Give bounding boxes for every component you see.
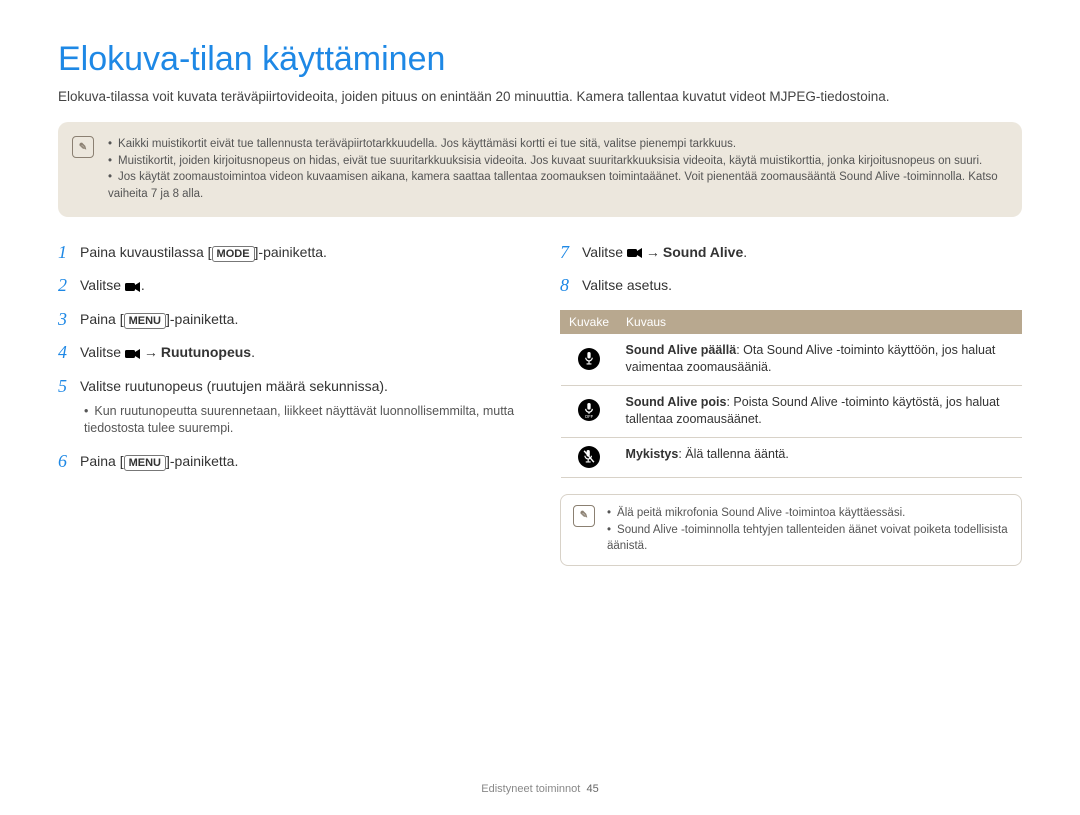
step-2: 2 Valitse . [58, 276, 520, 296]
page-title: Elokuva-tilan käyttäminen [58, 40, 1022, 79]
table-row: Sound Alive päällä: Ota Sound Alive -toi… [561, 333, 1022, 385]
subnote-list: Älä peitä mikrofonia Sound Alive -toimin… [607, 505, 1009, 555]
text: Valitse asetus. [582, 276, 672, 296]
arrow-icon: → [144, 344, 158, 360]
note-item: Muistikortit, joiden kirjoitusnopeus on … [108, 153, 1006, 170]
text: . [743, 244, 747, 260]
page-footer: Edistyneet toiminnot 45 [0, 783, 1080, 795]
step-3: 3 Paina [MENU]-painiketta. [58, 310, 520, 330]
table-row: Sound Alive pois: Poista Sound Alive -to… [561, 385, 1022, 437]
step-number: 1 [58, 243, 72, 261]
sound-alive-table: Kuvake Kuvaus Sound Alive päällä: Ota So… [560, 310, 1022, 478]
note-box-top: ✎ Kaikki muistikortit eivät tue tallennu… [58, 122, 1022, 217]
movie-icon [125, 281, 141, 293]
text: . [251, 344, 255, 360]
menu-key: MENU [124, 313, 166, 329]
step-6: 6 Paina [MENU]-painiketta. [58, 452, 520, 472]
footer-page-number: 45 [586, 783, 598, 795]
step-number: 3 [58, 310, 72, 328]
step-7: 7 Valitse →Sound Alive. [560, 243, 1022, 263]
mic-on-icon [578, 348, 600, 370]
text: Valitse ruutunopeus (ruutujen määrä seku… [80, 378, 388, 394]
note-item: Sound Alive -toiminnolla tehtyjen tallen… [607, 522, 1009, 555]
arrow-icon: → [646, 244, 660, 260]
step-5: 5 Valitse ruutunopeus (ruutujen määrä se… [58, 377, 520, 438]
text: . [141, 277, 145, 293]
note-item: Kaikki muistikortit eivät tue tallennust… [108, 136, 1006, 153]
text: Paina [ [80, 311, 124, 327]
note-icon: ✎ [573, 505, 595, 527]
mic-alive-off-icon [578, 399, 600, 421]
sub-bullet: Kun ruutunopeutta suurennetaan, liikkeet… [80, 403, 520, 438]
menu-key: MENU [124, 455, 166, 471]
note-item: Jos käytät zoomaustoimintoa videon kuvaa… [108, 169, 1006, 202]
movie-icon [125, 348, 141, 360]
right-column: 7 Valitse →Sound Alive. 8 Valitse asetus… [560, 243, 1022, 566]
row-label: Sound Alive päällä [626, 343, 737, 357]
row-label: Mykistys [626, 447, 679, 461]
left-column: 1 Paina kuvaustilassa [MODE]-painiketta.… [58, 243, 520, 566]
text: Paina kuvaustilassa [ [80, 244, 212, 260]
note-item: Älä peitä mikrofonia Sound Alive -toimin… [607, 505, 1009, 522]
text: ]-painiketta. [166, 453, 238, 469]
text: Valitse [582, 244, 627, 260]
step-number: 8 [560, 276, 574, 294]
step-number: 5 [58, 377, 72, 395]
table-row: Mykistys: Älä tallenna ääntä. [561, 437, 1022, 477]
step-4: 4 Valitse →Ruutunopeus. [58, 343, 520, 363]
bold-label: Ruutunopeus [161, 344, 251, 360]
step-number: 6 [58, 452, 72, 470]
row-text: : Älä tallenna ääntä. [678, 447, 789, 461]
note-icon: ✎ [72, 136, 94, 158]
mode-key: MODE [212, 246, 255, 262]
step-number: 2 [58, 276, 72, 294]
footer-section: Edistyneet toiminnot [481, 783, 580, 795]
text: Valitse [80, 277, 125, 293]
table-header-icon: Kuvake [561, 310, 618, 333]
step-number: 4 [58, 343, 72, 361]
row-label: Sound Alive pois [626, 395, 727, 409]
text: ]-painiketta. [255, 244, 327, 260]
step-number: 7 [560, 243, 574, 261]
note-list: Kaikki muistikortit eivät tue tallennust… [108, 136, 1006, 203]
text: Valitse [80, 344, 125, 360]
note-box-bottom: ✎ Älä peitä mikrofonia Sound Alive -toim… [560, 494, 1022, 566]
text: Paina [ [80, 453, 124, 469]
movie-icon [627, 247, 643, 259]
mic-mute-icon [578, 446, 600, 468]
step-1: 1 Paina kuvaustilassa [MODE]-painiketta. [58, 243, 520, 263]
bold-label: Sound Alive [663, 244, 743, 260]
text: ]-painiketta. [166, 311, 238, 327]
table-header-desc: Kuvaus [618, 310, 1022, 333]
step-8: 8 Valitse asetus. [560, 276, 1022, 296]
intro-text: Elokuva-tilassa voit kuvata teräväpiirto… [58, 89, 1022, 104]
